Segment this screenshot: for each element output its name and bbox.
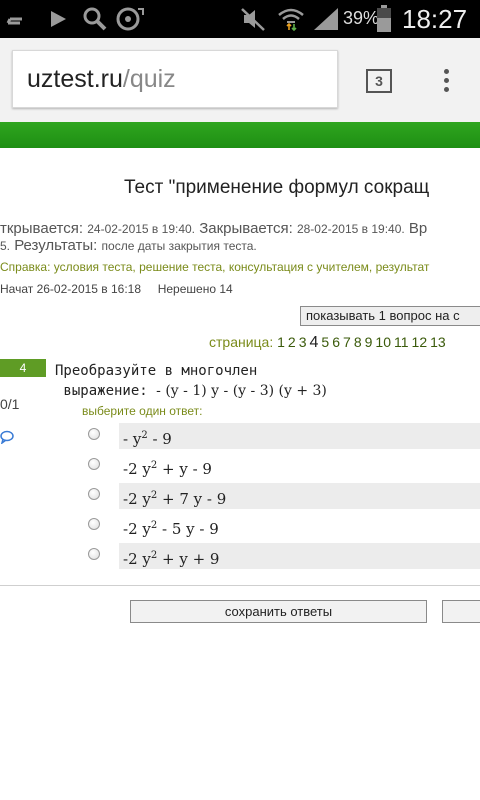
answer-option-5[interactable]: -2 y2 + y + 9 xyxy=(86,543,480,569)
divider xyxy=(0,585,480,586)
mute-icon xyxy=(240,6,268,32)
answer-radio-5[interactable] xyxy=(88,548,100,560)
attempt-status: Начат 26-02-2015 в 16:18 Нерешено 14 xyxy=(0,282,233,296)
answer-text-2: -2 y2 + y - 9 xyxy=(123,460,212,478)
page-link-5[interactable]: 5 xyxy=(321,334,329,350)
page-link-13[interactable]: 13 xyxy=(430,334,446,350)
help-link-consultation[interactable]: консультация с учителем xyxy=(229,260,369,274)
pagination: страница: 1 2 3 4 5 6 7 8 9 10 11 12 13 xyxy=(209,334,449,352)
closes-value: 28-02-2015 в 19:40. xyxy=(296,222,405,236)
url-host: uztest.ru xyxy=(27,65,123,93)
question-line-1: Преобразуйте в многочлен xyxy=(55,363,258,379)
answer-radio-4[interactable] xyxy=(88,518,100,530)
started-value: 26-02-2015 в 16:18 xyxy=(36,282,142,296)
wifi-icon xyxy=(277,6,305,32)
results-label: Результаты: xyxy=(14,237,98,254)
question-text: Преобразуйте в многочлен выражение: - (y… xyxy=(55,361,327,401)
help-link-conditions[interactable]: условия теста xyxy=(54,260,133,274)
signal-icon xyxy=(312,6,340,32)
page-link-11[interactable]: 11 xyxy=(394,334,409,350)
page-title: Тест "применение формул сокращ xyxy=(124,177,430,198)
question-score: 0/1 xyxy=(0,396,20,412)
save-answers-button[interactable]: сохранить ответы xyxy=(130,600,427,623)
next-action-button[interactable] xyxy=(442,600,480,623)
question-number-badge: 4 xyxy=(0,359,46,377)
page-current-4: 4 xyxy=(309,334,319,351)
page-link-2[interactable]: 2 xyxy=(288,334,296,350)
answer-option-1[interactable]: - y2 - 9 xyxy=(86,423,480,449)
answer-text-5: -2 y2 + y + 9 xyxy=(119,543,480,569)
answer-radio-3[interactable] xyxy=(88,488,100,500)
media-icon xyxy=(116,6,144,32)
answer-radio-2[interactable] xyxy=(88,458,100,470)
site-header-band xyxy=(0,122,480,148)
page-link-6[interactable]: 6 xyxy=(332,334,340,350)
show-one-question-button[interactable]: показывать 1 вопрос на с xyxy=(300,306,480,326)
time-label-cut: Вр xyxy=(408,220,428,237)
page-link-1[interactable]: 1 xyxy=(277,334,285,350)
question-line-2: выражение: xyxy=(55,383,148,399)
play-icon xyxy=(48,6,68,32)
comment-icon[interactable] xyxy=(0,430,14,445)
pager-label: страница: xyxy=(209,334,274,350)
answer-text-3: -2 y2 + 7 y - 9 xyxy=(119,483,480,509)
answer-radio-1[interactable] xyxy=(88,428,100,440)
help-link-results[interactable]: результат xyxy=(376,260,430,274)
page-link-3[interactable]: 3 xyxy=(299,334,307,350)
page-link-7[interactable]: 7 xyxy=(343,334,351,350)
search-icon xyxy=(82,6,108,32)
row2-prefix: 5. xyxy=(0,239,11,253)
question-expression: - (y - 1) y - (y - 3) (y + 3) xyxy=(156,383,327,399)
help-links: Справка: условия теста, решение теста, к… xyxy=(0,260,430,274)
answer-option-2[interactable]: -2 y2 + y - 9 xyxy=(86,453,480,479)
answer-option-4[interactable]: -2 y2 - 5 y - 9 xyxy=(86,513,480,539)
tab-switcher-button[interactable]: 3 xyxy=(366,69,392,93)
help-label: Справка: xyxy=(0,260,51,274)
page-link-9[interactable]: 9 xyxy=(365,334,373,350)
page-link-12[interactable]: 12 xyxy=(412,334,428,350)
results-value: после даты закрытия теста. xyxy=(101,239,257,253)
zzz-icon xyxy=(6,6,28,32)
answer-text-4: -2 y2 - 5 y - 9 xyxy=(123,520,219,538)
choose-one-hint: выберите один ответ: xyxy=(82,404,203,418)
unsolved-count: Нерешено 14 xyxy=(157,282,233,296)
url-text: uztest.ru/quiz xyxy=(27,65,176,94)
help-link-solution[interactable]: решение теста xyxy=(139,260,222,274)
test-results-info: 5. Результаты: после даты закрытия теста… xyxy=(0,237,257,254)
status-bar: 39% 18:27 xyxy=(0,0,480,38)
url-path: /quiz xyxy=(122,65,176,93)
clock: 18:27 xyxy=(402,4,468,34)
overflow-menu-icon[interactable] xyxy=(436,66,456,96)
page-link-10[interactable]: 10 xyxy=(375,334,391,350)
browser-toolbar: uztest.ru/quiz 3 xyxy=(0,38,480,122)
answer-option-3[interactable]: -2 y2 + 7 y - 9 xyxy=(86,483,480,509)
url-field[interactable]: uztest.ru/quiz xyxy=(12,50,338,108)
test-schedule: ткрывается: 24-02-2015 в 19:40. Закрывае… xyxy=(0,220,427,237)
page-link-8[interactable]: 8 xyxy=(354,334,362,350)
opens-value: 24-02-2015 в 19:40. xyxy=(87,222,196,236)
battery-icon xyxy=(376,5,392,32)
answer-text-1: - y2 - 9 xyxy=(119,423,480,449)
opens-label: ткрывается: xyxy=(0,220,84,237)
battery-percent: 39% xyxy=(343,8,380,28)
started-label: Начат xyxy=(0,282,34,296)
closes-label: Закрывается: xyxy=(199,220,293,237)
